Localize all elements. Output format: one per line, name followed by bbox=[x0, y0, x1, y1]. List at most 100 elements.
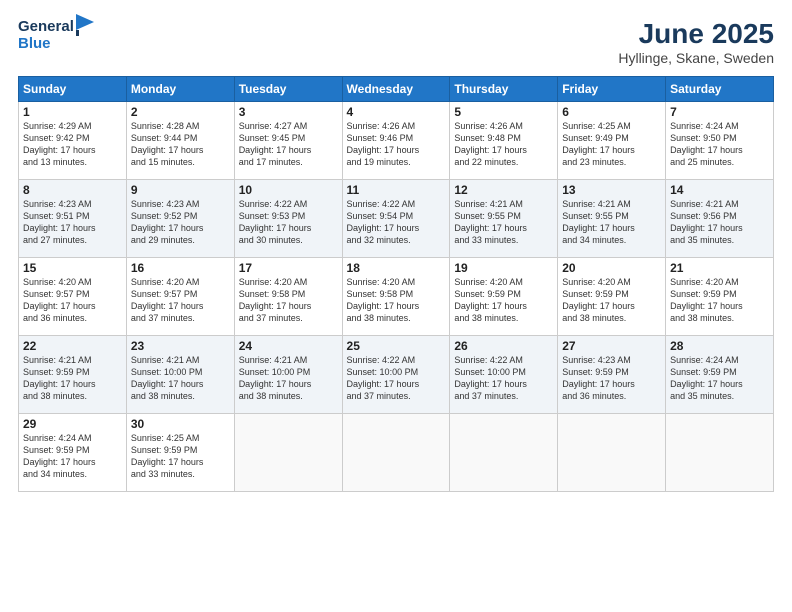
table-row bbox=[666, 414, 774, 492]
day-number: 26 bbox=[454, 339, 553, 353]
day-number: 7 bbox=[670, 105, 769, 119]
header: General Blue June 2025 Hyllinge, Skane, … bbox=[18, 18, 774, 66]
day-info: Sunrise: 4:24 AMSunset: 9:50 PMDaylight:… bbox=[670, 120, 769, 169]
day-info: Sunrise: 4:29 AMSunset: 9:42 PMDaylight:… bbox=[23, 120, 122, 169]
table-row: 19Sunrise: 4:20 AMSunset: 9:59 PMDayligh… bbox=[450, 258, 558, 336]
day-info: Sunrise: 4:20 AMSunset: 9:58 PMDaylight:… bbox=[239, 276, 338, 325]
day-info: Sunrise: 4:21 AMSunset: 9:55 PMDaylight:… bbox=[454, 198, 553, 247]
logo: General Blue bbox=[18, 18, 94, 53]
table-row: 13Sunrise: 4:21 AMSunset: 9:55 PMDayligh… bbox=[558, 180, 666, 258]
table-row bbox=[342, 414, 450, 492]
day-number: 2 bbox=[131, 105, 230, 119]
table-row: 17Sunrise: 4:20 AMSunset: 9:58 PMDayligh… bbox=[234, 258, 342, 336]
day-info: Sunrise: 4:24 AMSunset: 9:59 PMDaylight:… bbox=[670, 354, 769, 403]
table-row: 15Sunrise: 4:20 AMSunset: 9:57 PMDayligh… bbox=[19, 258, 127, 336]
table-row: 2Sunrise: 4:28 AMSunset: 9:44 PMDaylight… bbox=[126, 102, 234, 180]
day-number: 13 bbox=[562, 183, 661, 197]
day-info: Sunrise: 4:20 AMSunset: 9:58 PMDaylight:… bbox=[347, 276, 446, 325]
table-row: 11Sunrise: 4:22 AMSunset: 9:54 PMDayligh… bbox=[342, 180, 450, 258]
day-info: Sunrise: 4:27 AMSunset: 9:45 PMDaylight:… bbox=[239, 120, 338, 169]
day-number: 27 bbox=[562, 339, 661, 353]
day-info: Sunrise: 4:25 AMSunset: 9:59 PMDaylight:… bbox=[131, 432, 230, 481]
day-number: 21 bbox=[670, 261, 769, 275]
day-info: Sunrise: 4:23 AMSunset: 9:51 PMDaylight:… bbox=[23, 198, 122, 247]
day-info: Sunrise: 4:22 AMSunset: 10:00 PMDaylight… bbox=[347, 354, 446, 403]
table-row bbox=[450, 414, 558, 492]
day-info: Sunrise: 4:24 AMSunset: 9:59 PMDaylight:… bbox=[23, 432, 122, 481]
day-info: Sunrise: 4:21 AMSunset: 10:00 PMDaylight… bbox=[131, 354, 230, 403]
table-row: 30Sunrise: 4:25 AMSunset: 9:59 PMDayligh… bbox=[126, 414, 234, 492]
day-number: 30 bbox=[131, 417, 230, 431]
table-row: 12Sunrise: 4:21 AMSunset: 9:55 PMDayligh… bbox=[450, 180, 558, 258]
day-info: Sunrise: 4:21 AMSunset: 9:55 PMDaylight:… bbox=[562, 198, 661, 247]
day-info: Sunrise: 4:20 AMSunset: 9:57 PMDaylight:… bbox=[131, 276, 230, 325]
table-row bbox=[234, 414, 342, 492]
calendar-week-row: 8Sunrise: 4:23 AMSunset: 9:51 PMDaylight… bbox=[19, 180, 774, 258]
day-info: Sunrise: 4:23 AMSunset: 9:59 PMDaylight:… bbox=[562, 354, 661, 403]
day-info: Sunrise: 4:26 AMSunset: 9:46 PMDaylight:… bbox=[347, 120, 446, 169]
day-number: 23 bbox=[131, 339, 230, 353]
page: General Blue June 2025 Hyllinge, Skane, … bbox=[0, 0, 792, 612]
table-row: 3Sunrise: 4:27 AMSunset: 9:45 PMDaylight… bbox=[234, 102, 342, 180]
table-row: 25Sunrise: 4:22 AMSunset: 10:00 PMDaylig… bbox=[342, 336, 450, 414]
table-row: 16Sunrise: 4:20 AMSunset: 9:57 PMDayligh… bbox=[126, 258, 234, 336]
table-row: 21Sunrise: 4:20 AMSunset: 9:59 PMDayligh… bbox=[666, 258, 774, 336]
table-row: 8Sunrise: 4:23 AMSunset: 9:51 PMDaylight… bbox=[19, 180, 127, 258]
table-row: 27Sunrise: 4:23 AMSunset: 9:59 PMDayligh… bbox=[558, 336, 666, 414]
day-number: 24 bbox=[239, 339, 338, 353]
header-monday: Monday bbox=[126, 77, 234, 102]
table-row: 1Sunrise: 4:29 AMSunset: 9:42 PMDaylight… bbox=[19, 102, 127, 180]
table-row: 24Sunrise: 4:21 AMSunset: 10:00 PMDaylig… bbox=[234, 336, 342, 414]
day-info: Sunrise: 4:26 AMSunset: 9:48 PMDaylight:… bbox=[454, 120, 553, 169]
table-row bbox=[558, 414, 666, 492]
day-info: Sunrise: 4:22 AMSunset: 9:54 PMDaylight:… bbox=[347, 198, 446, 247]
table-row: 23Sunrise: 4:21 AMSunset: 10:00 PMDaylig… bbox=[126, 336, 234, 414]
day-number: 25 bbox=[347, 339, 446, 353]
table-row: 28Sunrise: 4:24 AMSunset: 9:59 PMDayligh… bbox=[666, 336, 774, 414]
header-saturday: Saturday bbox=[666, 77, 774, 102]
table-row: 9Sunrise: 4:23 AMSunset: 9:52 PMDaylight… bbox=[126, 180, 234, 258]
month-title: June 2025 bbox=[618, 18, 774, 50]
day-number: 18 bbox=[347, 261, 446, 275]
header-wednesday: Wednesday bbox=[342, 77, 450, 102]
day-number: 28 bbox=[670, 339, 769, 353]
day-info: Sunrise: 4:20 AMSunset: 9:57 PMDaylight:… bbox=[23, 276, 122, 325]
day-number: 5 bbox=[454, 105, 553, 119]
day-number: 16 bbox=[131, 261, 230, 275]
table-row: 5Sunrise: 4:26 AMSunset: 9:48 PMDaylight… bbox=[450, 102, 558, 180]
table-row: 4Sunrise: 4:26 AMSunset: 9:46 PMDaylight… bbox=[342, 102, 450, 180]
header-thursday: Thursday bbox=[450, 77, 558, 102]
header-friday: Friday bbox=[558, 77, 666, 102]
logo-flag-icon bbox=[76, 14, 94, 36]
day-info: Sunrise: 4:22 AMSunset: 10:00 PMDaylight… bbox=[454, 354, 553, 403]
day-info: Sunrise: 4:21 AMSunset: 9:59 PMDaylight:… bbox=[23, 354, 122, 403]
day-info: Sunrise: 4:20 AMSunset: 9:59 PMDaylight:… bbox=[454, 276, 553, 325]
day-info: Sunrise: 4:21 AMSunset: 9:56 PMDaylight:… bbox=[670, 198, 769, 247]
day-number: 17 bbox=[239, 261, 338, 275]
calendar-week-row: 1Sunrise: 4:29 AMSunset: 9:42 PMDaylight… bbox=[19, 102, 774, 180]
day-number: 22 bbox=[23, 339, 122, 353]
table-row: 10Sunrise: 4:22 AMSunset: 9:53 PMDayligh… bbox=[234, 180, 342, 258]
location-title: Hyllinge, Skane, Sweden bbox=[618, 50, 774, 66]
day-info: Sunrise: 4:23 AMSunset: 9:52 PMDaylight:… bbox=[131, 198, 230, 247]
calendar-week-row: 29Sunrise: 4:24 AMSunset: 9:59 PMDayligh… bbox=[19, 414, 774, 492]
day-number: 12 bbox=[454, 183, 553, 197]
day-number: 20 bbox=[562, 261, 661, 275]
day-number: 15 bbox=[23, 261, 122, 275]
logo-text: General Blue bbox=[18, 18, 94, 53]
calendar-week-row: 15Sunrise: 4:20 AMSunset: 9:57 PMDayligh… bbox=[19, 258, 774, 336]
table-row: 22Sunrise: 4:21 AMSunset: 9:59 PMDayligh… bbox=[19, 336, 127, 414]
day-info: Sunrise: 4:20 AMSunset: 9:59 PMDaylight:… bbox=[562, 276, 661, 325]
day-info: Sunrise: 4:20 AMSunset: 9:59 PMDaylight:… bbox=[670, 276, 769, 325]
calendar-header-row: Sunday Monday Tuesday Wednesday Thursday… bbox=[19, 77, 774, 102]
calendar-table: Sunday Monday Tuesday Wednesday Thursday… bbox=[18, 76, 774, 492]
calendar-week-row: 22Sunrise: 4:21 AMSunset: 9:59 PMDayligh… bbox=[19, 336, 774, 414]
logo-blue: Blue bbox=[18, 36, 94, 53]
day-info: Sunrise: 4:22 AMSunset: 9:53 PMDaylight:… bbox=[239, 198, 338, 247]
day-number: 1 bbox=[23, 105, 122, 119]
day-number: 19 bbox=[454, 261, 553, 275]
table-row: 29Sunrise: 4:24 AMSunset: 9:59 PMDayligh… bbox=[19, 414, 127, 492]
table-row: 26Sunrise: 4:22 AMSunset: 10:00 PMDaylig… bbox=[450, 336, 558, 414]
day-info: Sunrise: 4:21 AMSunset: 10:00 PMDaylight… bbox=[239, 354, 338, 403]
day-number: 6 bbox=[562, 105, 661, 119]
